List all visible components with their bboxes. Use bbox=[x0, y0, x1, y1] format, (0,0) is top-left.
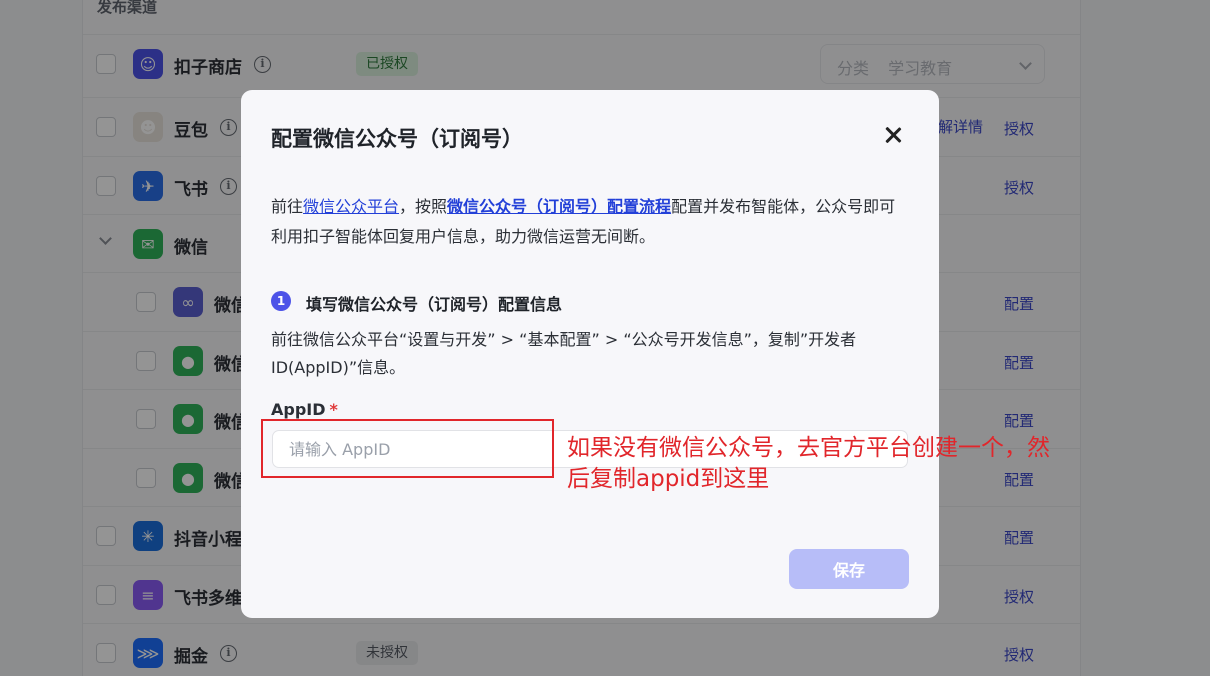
modal-intro: 前往微信公众平台，按照微信公众号（订阅号）配置流程配置并发布智能体，公众号即可利… bbox=[271, 192, 911, 252]
intro-mid: ，按照 bbox=[399, 197, 448, 216]
config-guide-link[interactable]: 微信公众号（订阅号）配置流程 bbox=[447, 197, 671, 216]
wechat-platform-link[interactable]: 微信公众平台 bbox=[303, 197, 399, 216]
step-title: 填写微信公众号（订阅号）配置信息 bbox=[306, 295, 563, 314]
close-icon[interactable] bbox=[882, 124, 904, 146]
wechat-config-modal: 配置微信公众号（订阅号） 前往微信公众平台，按照微信公众号（订阅号）配置流程配置… bbox=[241, 90, 939, 618]
appid-label: AppID * bbox=[271, 400, 338, 419]
annotation-highlight-box bbox=[261, 419, 554, 478]
save-button[interactable]: 保存 bbox=[789, 549, 909, 589]
appid-label-text: AppID bbox=[271, 400, 326, 419]
annotation-text: 如果没有微信公众号，去官方平台创建一个，然后复制appid到这里 bbox=[567, 435, 1050, 492]
step-number-badge: 1 bbox=[271, 291, 291, 311]
required-marker: * bbox=[329, 400, 338, 419]
intro-prefix: 前往 bbox=[271, 197, 304, 216]
step-description: 前往微信公众平台“设置与开发” > “基本配置” > “公众号开发信息”，复制”… bbox=[271, 330, 857, 377]
modal-title: 配置微信公众号（订阅号） bbox=[271, 127, 523, 151]
